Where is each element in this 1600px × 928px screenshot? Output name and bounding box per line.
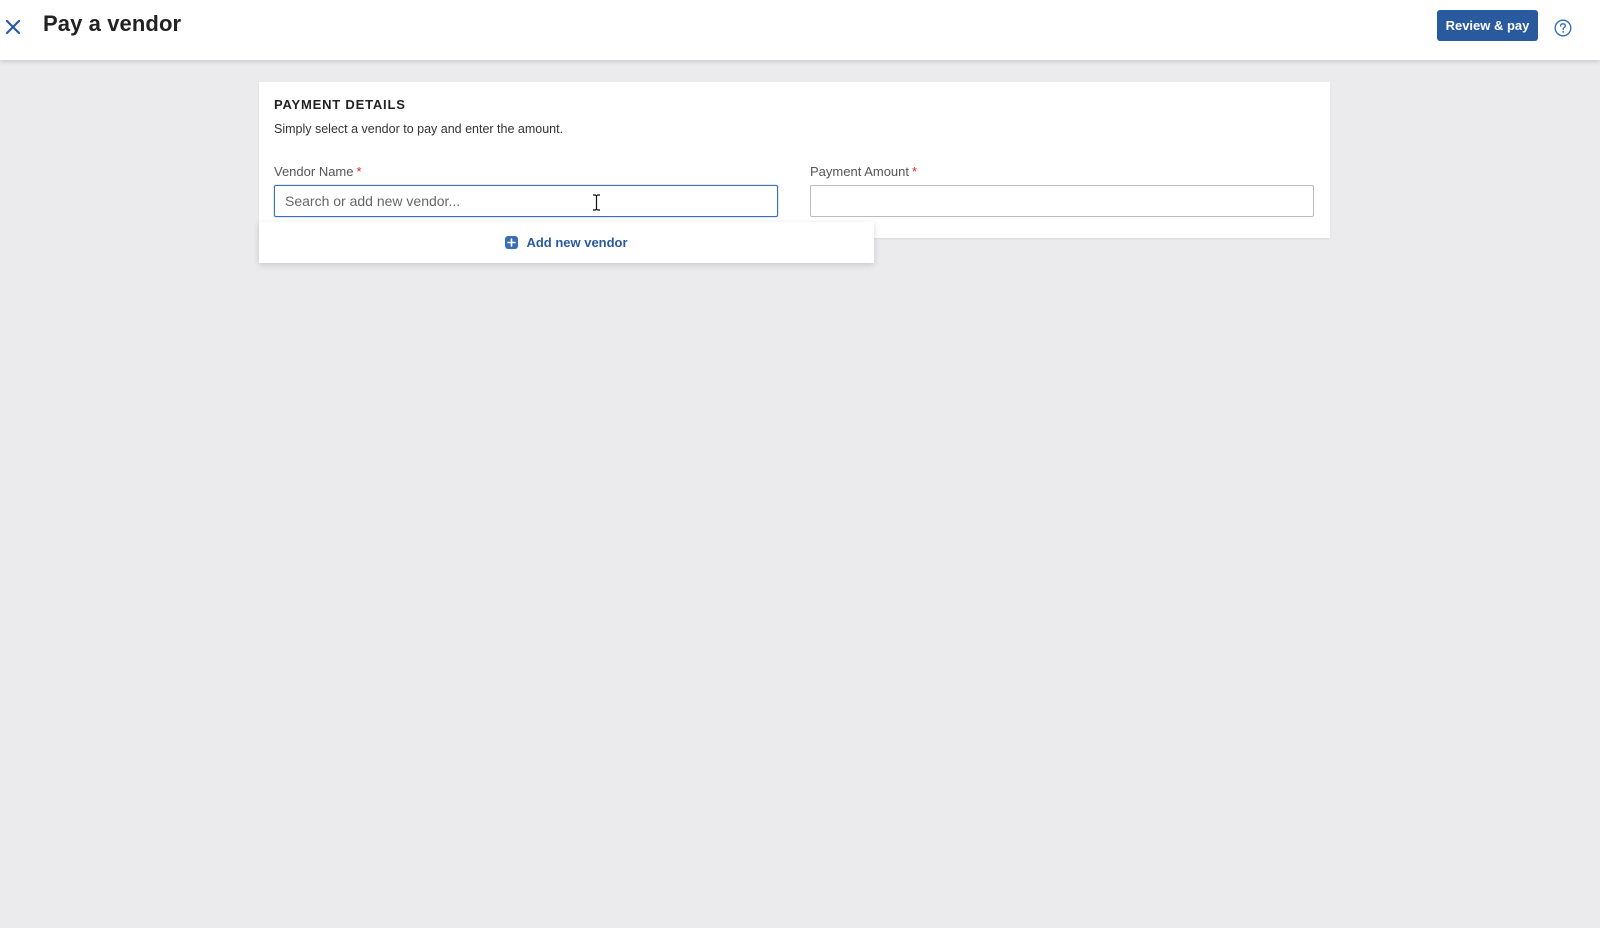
payment-amount-label: Payment Amount *: [810, 164, 917, 179]
vendor-name-input[interactable]: [274, 185, 778, 217]
required-marker: *: [356, 164, 362, 179]
required-marker: *: [912, 164, 918, 179]
top-bar: Pay a vendor Review & pay: [0, 0, 1600, 60]
vendor-dropdown: Add new vendor: [259, 222, 874, 263]
payment-amount-label-text: Payment Amount: [810, 164, 909, 179]
add-new-vendor-option[interactable]: Add new vendor: [505, 235, 628, 250]
payment-amount-input[interactable]: [810, 185, 1314, 217]
section-description: Simply select a vendor to pay and enter …: [274, 122, 564, 136]
page-title: Pay a vendor: [43, 11, 182, 36]
payment-details-card: PAYMENT DETAILS Simply select a vendor t…: [259, 82, 1330, 238]
help-icon[interactable]: [1554, 19, 1572, 37]
section-title: PAYMENT DETAILS: [274, 97, 406, 112]
vendor-name-label: Vendor Name *: [274, 164, 362, 179]
plus-square-icon: [505, 236, 519, 249]
vendor-name-label-text: Vendor Name: [274, 164, 354, 179]
add-new-vendor-label: Add new vendor: [526, 235, 628, 250]
close-icon[interactable]: [2, 14, 24, 40]
review-and-pay-button[interactable]: Review & pay: [1437, 10, 1538, 41]
